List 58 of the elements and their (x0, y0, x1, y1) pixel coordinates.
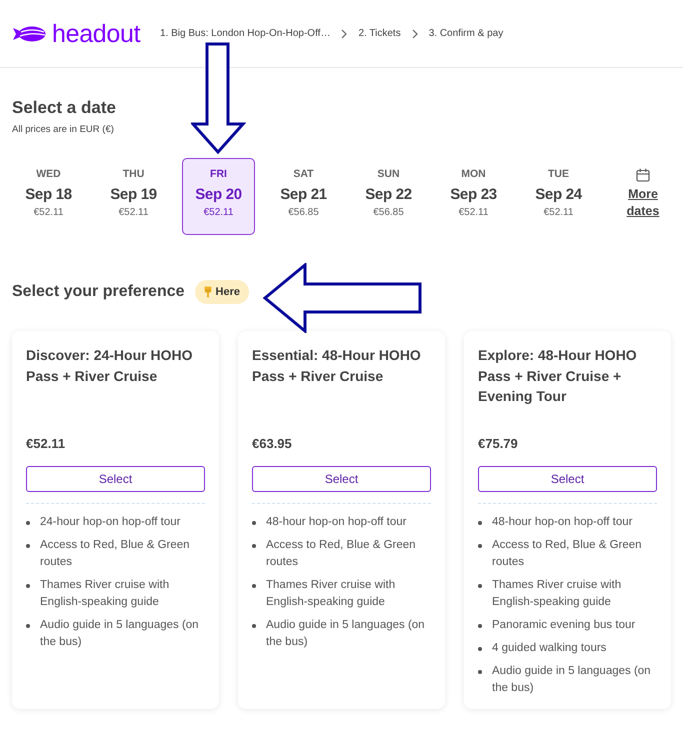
option-price: €63.95 (252, 435, 292, 452)
feature-item: 48-hour hop-on hop-off tour (266, 515, 406, 530)
bullet-icon (26, 624, 30, 628)
date-option[interactable]: MON Sep 23 €52.11 (437, 158, 510, 235)
chevron-right-icon (341, 28, 348, 38)
currency-note: All prices are in EUR (€) (12, 124, 114, 135)
bullet-icon (26, 544, 30, 548)
feature-item: Audio guide in 5 languages (on the bus) (40, 618, 200, 650)
option-price: €52.11 (26, 435, 66, 452)
date-option[interactable]: TUE Sep 24 €52.11 (522, 158, 595, 235)
feature-item: 4 guided walking tours (492, 641, 606, 656)
feature-item: Access to Red, Blue & Green routes (266, 538, 417, 570)
date-option[interactable]: WED Sep 18 €52.11 (12, 158, 85, 235)
bullet-icon (252, 521, 256, 525)
chevron-right-icon (412, 28, 418, 38)
bullet-icon (252, 584, 256, 588)
feature-item: Audio guide in 5 languages (on the bus) (266, 618, 426, 650)
date-option[interactable]: THU Sep 19 €52.11 (97, 158, 170, 235)
bullet-icon (478, 647, 482, 651)
date-option[interactable]: SAT Sep 21 €56.85 (267, 158, 340, 235)
feature-item: Thames River cruise with English-speaking guide (492, 578, 622, 610)
more-dates-link[interactable]: More dates (613, 158, 673, 235)
select-button[interactable]: Select (26, 466, 205, 492)
section-title: Select a date (12, 98, 116, 118)
hint-text: Here (216, 286, 240, 298)
bullet-icon (252, 624, 256, 628)
bullet-icon (478, 544, 482, 548)
logo-wordmark[interactable]: headout (52, 18, 140, 48)
bullet-icon (478, 624, 482, 628)
feature-item: Access to Red, Blue & Green routes (40, 538, 191, 570)
checkout-step[interactable]: 3. Confirm & pay (428, 28, 504, 39)
option-title: Explore: 48-Hour HOHO Pass + River Cruise + Evening Tour (478, 346, 638, 406)
select-button[interactable]: Select (252, 466, 431, 492)
option-price: €75.79 (478, 435, 518, 452)
section-title: Select your preference (12, 282, 185, 302)
bullet-icon (478, 584, 482, 588)
bullet-icon (26, 584, 30, 588)
date-option[interactable]: FRI Sep 20 €52.11 (182, 158, 255, 235)
checkout-step[interactable]: 1. Big Bus: London Hop-On-Hop-Off… (160, 28, 330, 39)
bullet-icon (252, 544, 256, 548)
bullet-icon (478, 521, 482, 525)
checkout-step[interactable]: 2. Tickets (358, 28, 401, 39)
blimp-logo-icon (12, 24, 46, 44)
feature-item: Panoramic evening bus tour (492, 618, 636, 633)
select-button[interactable]: Select (478, 466, 657, 492)
option-title: Discover: 24-Hour HOHO Pass + River Cruise (26, 346, 194, 386)
date-option[interactable]: SUN Sep 22 €56.85 (352, 158, 425, 235)
feature-item: 24-hour hop-on hop-off tour (40, 515, 180, 530)
pointing-down-hand-icon (204, 286, 212, 298)
feature-item: Audio guide in 5 languages (on the bus) (492, 664, 652, 696)
bullet-icon (26, 521, 30, 525)
feature-item: 48-hour hop-on hop-off tour (492, 515, 632, 530)
option-title: Essential: 48-Hour HOHO Pass + River Cruise (252, 346, 422, 386)
feature-item: Access to Red, Blue & Green routes (492, 538, 643, 570)
bullet-icon (478, 670, 482, 674)
calendar-icon (636, 168, 650, 182)
feature-item: Thames River cruise with English-speaking guide (40, 578, 170, 610)
feature-item: Thames River cruise with English-speaking guide (266, 578, 396, 610)
